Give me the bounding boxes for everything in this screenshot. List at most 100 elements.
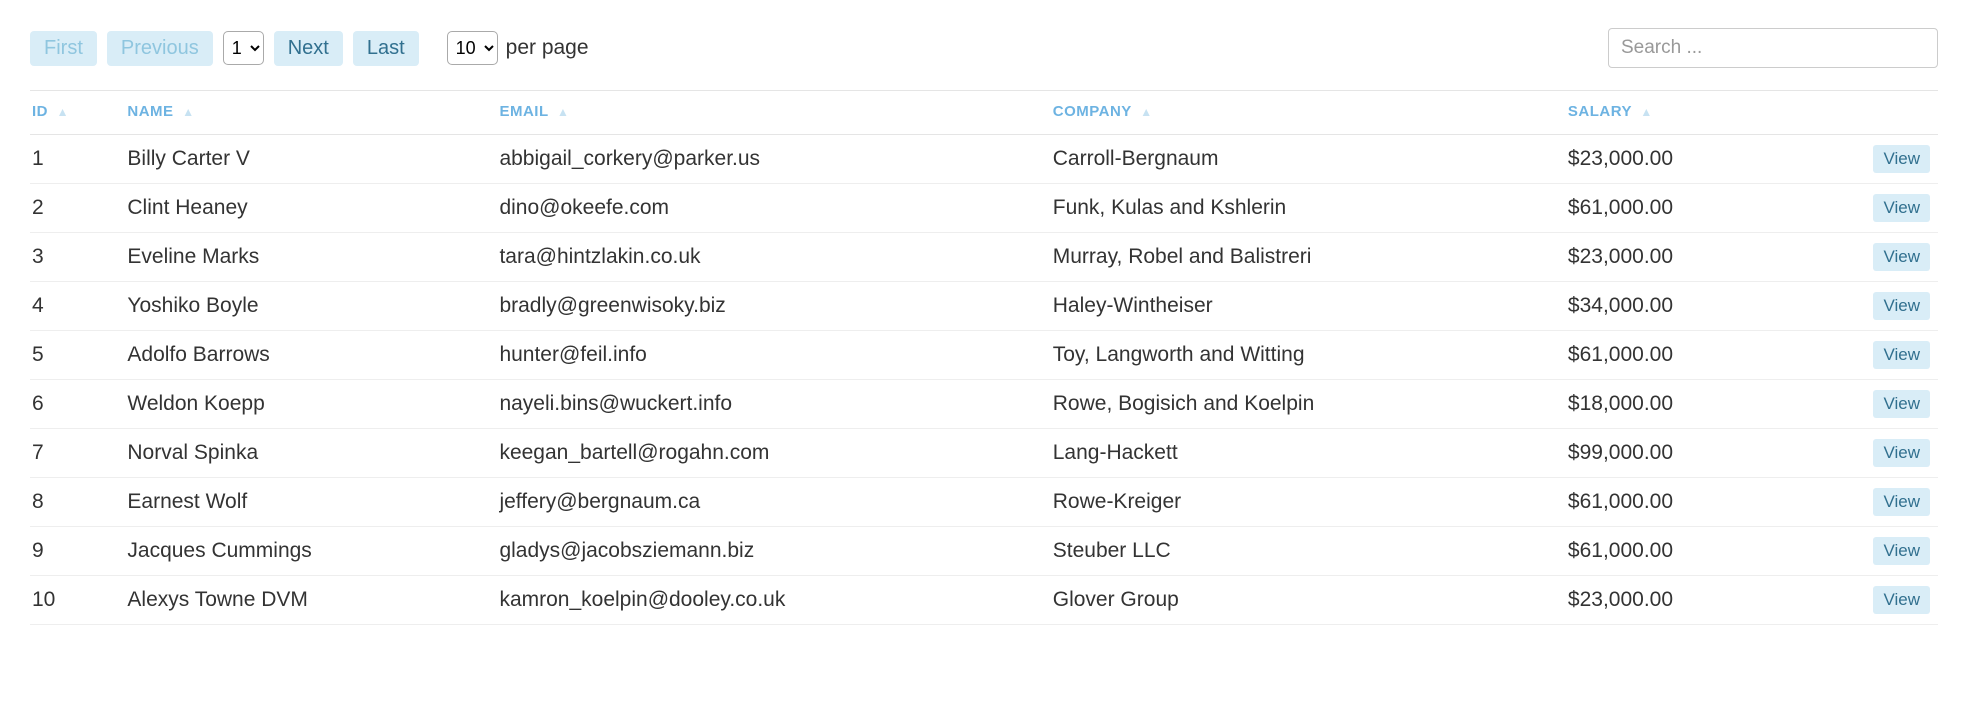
cell-company: Glover Group xyxy=(1051,576,1566,625)
cell-salary: $23,000.00 xyxy=(1566,135,1843,184)
column-header-salary[interactable]: SALARY ▲ xyxy=(1566,91,1843,135)
cell-company: Rowe, Bogisich and Koelpin xyxy=(1051,380,1566,429)
view-button[interactable]: View xyxy=(1873,390,1930,418)
cell-email: tara@hintzlakin.co.uk xyxy=(497,233,1050,282)
data-table: ID ▲ NAME ▲ EMAIL ▲ COMPANY ▲ SALARY ▲ 1… xyxy=(30,90,1938,625)
per-page-control: 10 per page xyxy=(447,31,589,65)
cell-action: View xyxy=(1843,576,1938,625)
table-row: 8Earnest Wolfjeffery@bergnaum.caRowe-Kre… xyxy=(30,478,1938,527)
column-header-email[interactable]: EMAIL ▲ xyxy=(497,91,1050,135)
view-button[interactable]: View xyxy=(1873,292,1930,320)
cell-email: bradly@greenwisoky.biz xyxy=(497,282,1050,331)
cell-salary: $61,000.00 xyxy=(1566,331,1843,380)
table-row: 3Eveline Markstara@hintzlakin.co.ukMurra… xyxy=(30,233,1938,282)
cell-email: kamron_koelpin@dooley.co.uk xyxy=(497,576,1050,625)
column-header-email-label: EMAIL xyxy=(499,103,548,120)
cell-company: Funk, Kulas and Kshlerin xyxy=(1051,184,1566,233)
page-select[interactable]: 1 xyxy=(223,31,264,65)
previous-page-button[interactable]: Previous xyxy=(107,31,213,66)
table-row: 10Alexys Towne DVMkamron_koelpin@dooley.… xyxy=(30,576,1938,625)
cell-action: View xyxy=(1843,527,1938,576)
column-header-action xyxy=(1843,91,1938,135)
cell-id: 8 xyxy=(30,478,125,527)
column-header-id[interactable]: ID ▲ xyxy=(30,91,125,135)
first-page-button[interactable]: First xyxy=(30,31,97,66)
cell-action: View xyxy=(1843,282,1938,331)
cell-salary: $23,000.00 xyxy=(1566,233,1843,282)
cell-company: Rowe-Kreiger xyxy=(1051,478,1566,527)
view-button[interactable]: View xyxy=(1873,537,1930,565)
search-input[interactable] xyxy=(1608,28,1938,68)
cell-salary: $34,000.00 xyxy=(1566,282,1843,331)
column-header-company[interactable]: COMPANY ▲ xyxy=(1051,91,1566,135)
cell-company: Toy, Langworth and Witting xyxy=(1051,331,1566,380)
cell-id: 4 xyxy=(30,282,125,331)
cell-name: Yoshiko Boyle xyxy=(125,282,497,331)
cell-id: 7 xyxy=(30,429,125,478)
cell-email: keegan_bartell@rogahn.com xyxy=(497,429,1050,478)
cell-name: Eveline Marks xyxy=(125,233,497,282)
cell-action: View xyxy=(1843,478,1938,527)
table-header-row: ID ▲ NAME ▲ EMAIL ▲ COMPANY ▲ SALARY ▲ xyxy=(30,91,1938,135)
next-page-button[interactable]: Next xyxy=(274,31,343,66)
cell-name: Earnest Wolf xyxy=(125,478,497,527)
cell-email: nayeli.bins@wuckert.info xyxy=(497,380,1050,429)
cell-salary: $23,000.00 xyxy=(1566,576,1843,625)
view-button[interactable]: View xyxy=(1873,243,1930,271)
cell-name: Alexys Towne DVM xyxy=(125,576,497,625)
cell-id: 1 xyxy=(30,135,125,184)
table-row: 5Adolfo Barrowshunter@feil.infoToy, Lang… xyxy=(30,331,1938,380)
view-button[interactable]: View xyxy=(1873,439,1930,467)
view-button[interactable]: View xyxy=(1873,488,1930,516)
cell-name: Billy Carter V xyxy=(125,135,497,184)
cell-id: 2 xyxy=(30,184,125,233)
cell-id: 10 xyxy=(30,576,125,625)
cell-name: Jacques Cummings xyxy=(125,527,497,576)
cell-salary: $18,000.00 xyxy=(1566,380,1843,429)
column-header-name[interactable]: NAME ▲ xyxy=(125,91,497,135)
pagination-toolbar: First Previous 1 Next Last 10 per page xyxy=(30,28,1938,68)
table-row: 7Norval Spinkakeegan_bartell@rogahn.comL… xyxy=(30,429,1938,478)
cell-name: Clint Heaney xyxy=(125,184,497,233)
sort-asc-icon: ▲ xyxy=(557,105,569,119)
cell-id: 5 xyxy=(30,331,125,380)
cell-company: Murray, Robel and Balistreri xyxy=(1051,233,1566,282)
sort-asc-icon: ▲ xyxy=(57,105,69,119)
cell-salary: $61,000.00 xyxy=(1566,184,1843,233)
column-header-id-label: ID xyxy=(32,103,48,120)
cell-salary: $99,000.00 xyxy=(1566,429,1843,478)
cell-action: View xyxy=(1843,429,1938,478)
cell-name: Weldon Koepp xyxy=(125,380,497,429)
table-row: 6Weldon Koeppnayeli.bins@wuckert.infoRow… xyxy=(30,380,1938,429)
last-page-button[interactable]: Last xyxy=(353,31,419,66)
cell-email: hunter@feil.info xyxy=(497,331,1050,380)
view-button[interactable]: View xyxy=(1873,341,1930,369)
cell-name: Adolfo Barrows xyxy=(125,331,497,380)
cell-company: Haley-Wintheiser xyxy=(1051,282,1566,331)
cell-id: 3 xyxy=(30,233,125,282)
view-button[interactable]: View xyxy=(1873,145,1930,173)
per-page-select[interactable]: 10 xyxy=(447,31,498,65)
per-page-label: per page xyxy=(506,36,589,60)
view-button[interactable]: View xyxy=(1873,194,1930,222)
cell-action: View xyxy=(1843,331,1938,380)
cell-action: View xyxy=(1843,233,1938,282)
cell-action: View xyxy=(1843,380,1938,429)
column-header-company-label: COMPANY xyxy=(1053,103,1132,120)
cell-email: gladys@jacobsziemann.biz xyxy=(497,527,1050,576)
column-header-salary-label: SALARY xyxy=(1568,103,1632,120)
cell-name: Norval Spinka xyxy=(125,429,497,478)
cell-action: View xyxy=(1843,135,1938,184)
view-button[interactable]: View xyxy=(1873,586,1930,614)
table-row: 4Yoshiko Boylebradly@greenwisoky.bizHale… xyxy=(30,282,1938,331)
table-row: 1Billy Carter Vabbigail_corkery@parker.u… xyxy=(30,135,1938,184)
cell-action: View xyxy=(1843,184,1938,233)
cell-salary: $61,000.00 xyxy=(1566,527,1843,576)
cell-email: abbigail_corkery@parker.us xyxy=(497,135,1050,184)
cell-email: dino@okeefe.com xyxy=(497,184,1050,233)
table-row: 2Clint Heaneydino@okeefe.comFunk, Kulas … xyxy=(30,184,1938,233)
sort-asc-icon: ▲ xyxy=(1640,105,1652,119)
cell-email: jeffery@bergnaum.ca xyxy=(497,478,1050,527)
table-row: 9Jacques Cummingsgladys@jacobsziemann.bi… xyxy=(30,527,1938,576)
column-header-name-label: NAME xyxy=(127,103,173,120)
